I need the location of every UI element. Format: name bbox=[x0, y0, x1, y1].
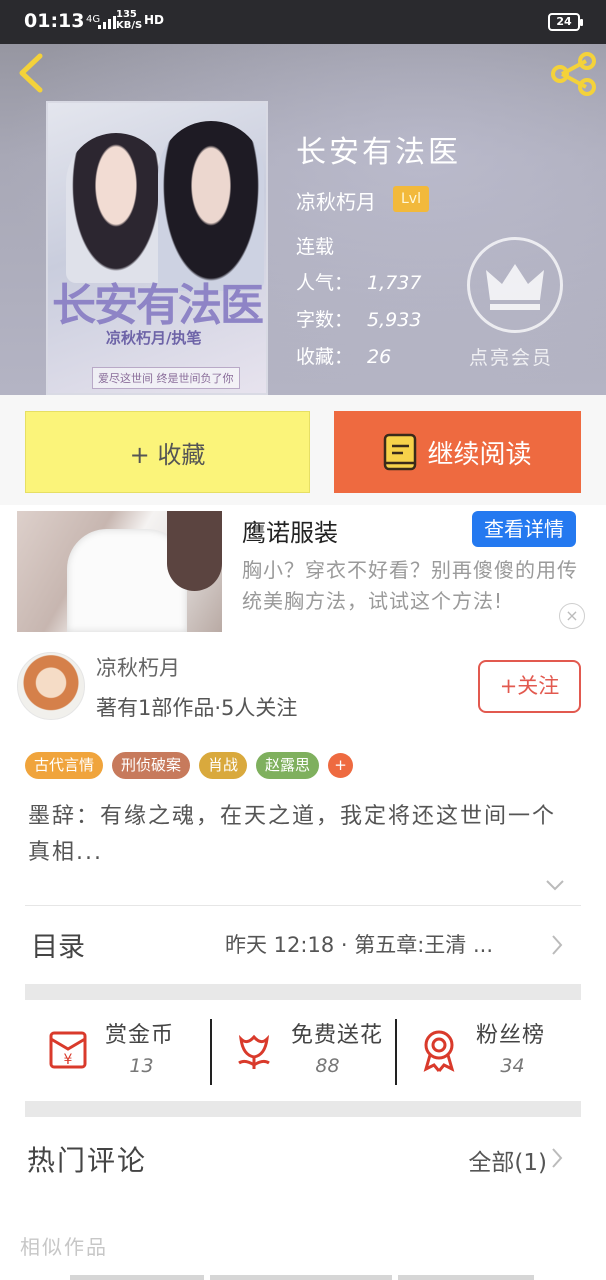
chevron-down-icon[interactable] bbox=[545, 878, 565, 892]
gift-value: 88 bbox=[315, 1055, 340, 1077]
section-separator bbox=[25, 1101, 581, 1117]
more-tags-button[interactable]: + bbox=[328, 753, 354, 778]
book-details: 古代言情 刑侦破案 肖战 赵露思 + 墨辞：有缘之魂，在天之道，我定将还这世间一… bbox=[0, 735, 606, 1280]
book-cover[interactable]: 长安有法医 凉秋朽月/执笔 爱尽这世间 终是世间负了你 bbox=[46, 101, 268, 395]
stat-popularity: 人气： 1,737 bbox=[296, 268, 421, 295]
favorite-label: + 收藏 bbox=[129, 440, 206, 469]
add-to-favorites-button[interactable]: + 收藏 bbox=[25, 411, 310, 493]
gift-flowers[interactable]: 免费送花 88 bbox=[211, 1001, 396, 1101]
network-speed: 135 KB/S bbox=[116, 9, 142, 31]
book-icon bbox=[384, 433, 417, 471]
all-comments-link[interactable]: 全部(1) bbox=[468, 1143, 547, 1177]
gift-label: 免费送花 bbox=[291, 1023, 384, 1048]
chevron-right-icon bbox=[552, 935, 563, 955]
tag-item[interactable]: 刑侦破案 bbox=[112, 752, 191, 779]
share-button[interactable] bbox=[550, 52, 598, 96]
book-status: 连载 bbox=[296, 236, 335, 258]
speed-unit: KB/S bbox=[116, 20, 143, 31]
speed-value: 135 bbox=[116, 9, 137, 20]
cover-figure-female bbox=[66, 133, 166, 283]
tag-list: 古代言情 刑侦破案 肖战 赵露思 + bbox=[25, 752, 354, 779]
similar-work-card[interactable] bbox=[70, 1275, 204, 1280]
chevron-right-icon[interactable] bbox=[551, 1147, 563, 1169]
similar-work-card[interactable] bbox=[210, 1275, 392, 1280]
vip-label[interactable]: 点亮会员 bbox=[469, 343, 553, 370]
continue-reading-button[interactable]: 继续阅读 bbox=[334, 411, 581, 493]
vip-button[interactable] bbox=[467, 237, 563, 333]
status-bar: 01:13 4G 135 KB/S HD 24 bbox=[0, 0, 606, 44]
cover-figure-male bbox=[158, 121, 264, 291]
hd-indicator: HD bbox=[144, 13, 165, 27]
cover-author: 凉秋朽月/执笔 bbox=[106, 329, 202, 347]
stat-favorites: 收藏： 26 bbox=[296, 342, 391, 369]
ad-description[interactable]: 胸小？穿衣不好看？别再傻傻的用传统美胸方法，试试这个方法! bbox=[242, 555, 588, 617]
signal-icon bbox=[98, 16, 116, 29]
follow-button[interactable]: +关注 bbox=[478, 660, 581, 713]
battery-icon: 24 bbox=[548, 13, 583, 31]
author-card[interactable]: 凉秋朽月 著有1部作品·5人关注 +关注 bbox=[0, 640, 606, 735]
similar-work-card[interactable] bbox=[398, 1275, 534, 1280]
book-title: 长安有法医 bbox=[296, 135, 461, 170]
table-of-contents-row[interactable]: 目录 昨天 12:18 · 第五章:王清 ... bbox=[25, 907, 581, 985]
ad-image-hair bbox=[167, 511, 222, 591]
book-author[interactable]: 凉秋朽月 bbox=[296, 186, 376, 215]
toc-label: 目录 bbox=[31, 932, 85, 963]
cover-title: 长安有法医 bbox=[52, 280, 264, 331]
gift-coins[interactable]: ¥ 赏金币 13 bbox=[25, 1001, 210, 1101]
ad-image[interactable] bbox=[17, 511, 222, 632]
latest-chapter: 昨天 12:18 · 第五章:王清 ... bbox=[225, 933, 493, 957]
status-time: 01:13 bbox=[24, 10, 85, 32]
comments-title: 热门评论 bbox=[27, 1144, 148, 1177]
stat-label: 人气： bbox=[296, 272, 354, 294]
chevron-left-icon bbox=[19, 53, 43, 93]
hot-comments-header[interactable]: 热门评论 全部(1) bbox=[25, 1117, 581, 1197]
author-summary: 著有1部作品·5人关注 bbox=[96, 696, 298, 720]
crown-icon bbox=[486, 264, 544, 310]
ad-banner[interactable]: 鹰诺服装 查看详情 胸小？穿衣不好看？别再傻傻的用传统美胸方法，试试这个方法! … bbox=[0, 505, 606, 640]
gift-label: 粉丝榜 bbox=[476, 1023, 546, 1048]
continue-reading-label: 继续阅读 bbox=[427, 439, 532, 470]
divider bbox=[25, 905, 581, 906]
share-icon bbox=[551, 52, 596, 96]
similar-works-title: 相似作品 bbox=[20, 1235, 108, 1259]
cover-tagline: 爱尽这世间 终是世间负了你 bbox=[92, 367, 240, 389]
book-intro[interactable]: 墨辞：有缘之魂，在天之道，我定将还这世间一个真相... bbox=[28, 799, 576, 871]
avatar[interactable] bbox=[17, 652, 85, 720]
gift-value: 13 bbox=[129, 1055, 154, 1077]
gift-bar: ¥ 赏金币 13 免费送花 88 粉丝榜 34 bbox=[25, 1001, 581, 1101]
stat-word-count: 字数： 5,933 bbox=[296, 305, 421, 332]
author-level-badge: Lvl bbox=[393, 186, 429, 212]
gift-fan-ranking[interactable]: 粉丝榜 34 bbox=[396, 1001, 581, 1101]
stat-label: 收藏： bbox=[296, 346, 354, 368]
back-button[interactable] bbox=[14, 52, 50, 94]
author-name[interactable]: 凉秋朽月 bbox=[96, 652, 180, 682]
ad-close-button[interactable]: × bbox=[559, 603, 585, 629]
gift-label: 赏金币 bbox=[105, 1023, 175, 1048]
ad-title[interactable]: 鹰诺服装 bbox=[242, 513, 338, 548]
ad-details-button[interactable]: 查看详情 bbox=[472, 511, 576, 547]
tag-item[interactable]: 赵露思 bbox=[256, 752, 320, 779]
section-separator bbox=[25, 984, 581, 1000]
gift-value: 34 bbox=[500, 1055, 525, 1077]
tag-item[interactable]: 古代言情 bbox=[25, 752, 104, 779]
stat-label: 字数： bbox=[296, 309, 354, 331]
stat-value: 5,933 bbox=[367, 309, 422, 331]
tag-item[interactable]: 肖战 bbox=[199, 752, 248, 779]
stat-value: 26 bbox=[367, 346, 392, 368]
stat-value: 1,737 bbox=[367, 272, 422, 294]
